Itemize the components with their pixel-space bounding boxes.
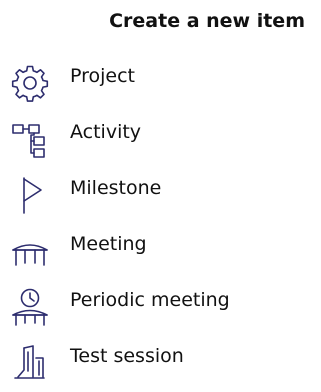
create-test-session-label: Test session [70,345,184,367]
create-item-panel: Create a new item Project Activity Miles… [0,0,321,379]
create-activity-label: Activity [70,121,142,143]
create-meeting-item[interactable]: Meeting [0,224,321,280]
create-milestone-item[interactable]: Milestone [0,168,321,224]
test-session-icon [10,344,50,382]
panel-title: Create a new item [109,10,305,32]
gear-icon [10,64,50,102]
create-item-menu: Project Activity Milestone Meeting Perio… [0,56,321,392]
create-test-session-item[interactable]: Test session [0,336,321,392]
create-activity-item[interactable]: Activity [0,112,321,168]
flag-icon [10,176,50,214]
create-periodic-meeting-label: Periodic meeting [70,289,230,311]
clock-table-icon [10,288,50,326]
table-icon [10,232,50,270]
create-project-item[interactable]: Project [0,56,321,112]
create-periodic-meeting-item[interactable]: Periodic meeting [0,280,321,336]
create-milestone-label: Milestone [70,177,162,199]
create-meeting-label: Meeting [70,233,147,255]
hierarchy-icon [10,120,50,158]
create-project-label: Project [70,65,136,87]
